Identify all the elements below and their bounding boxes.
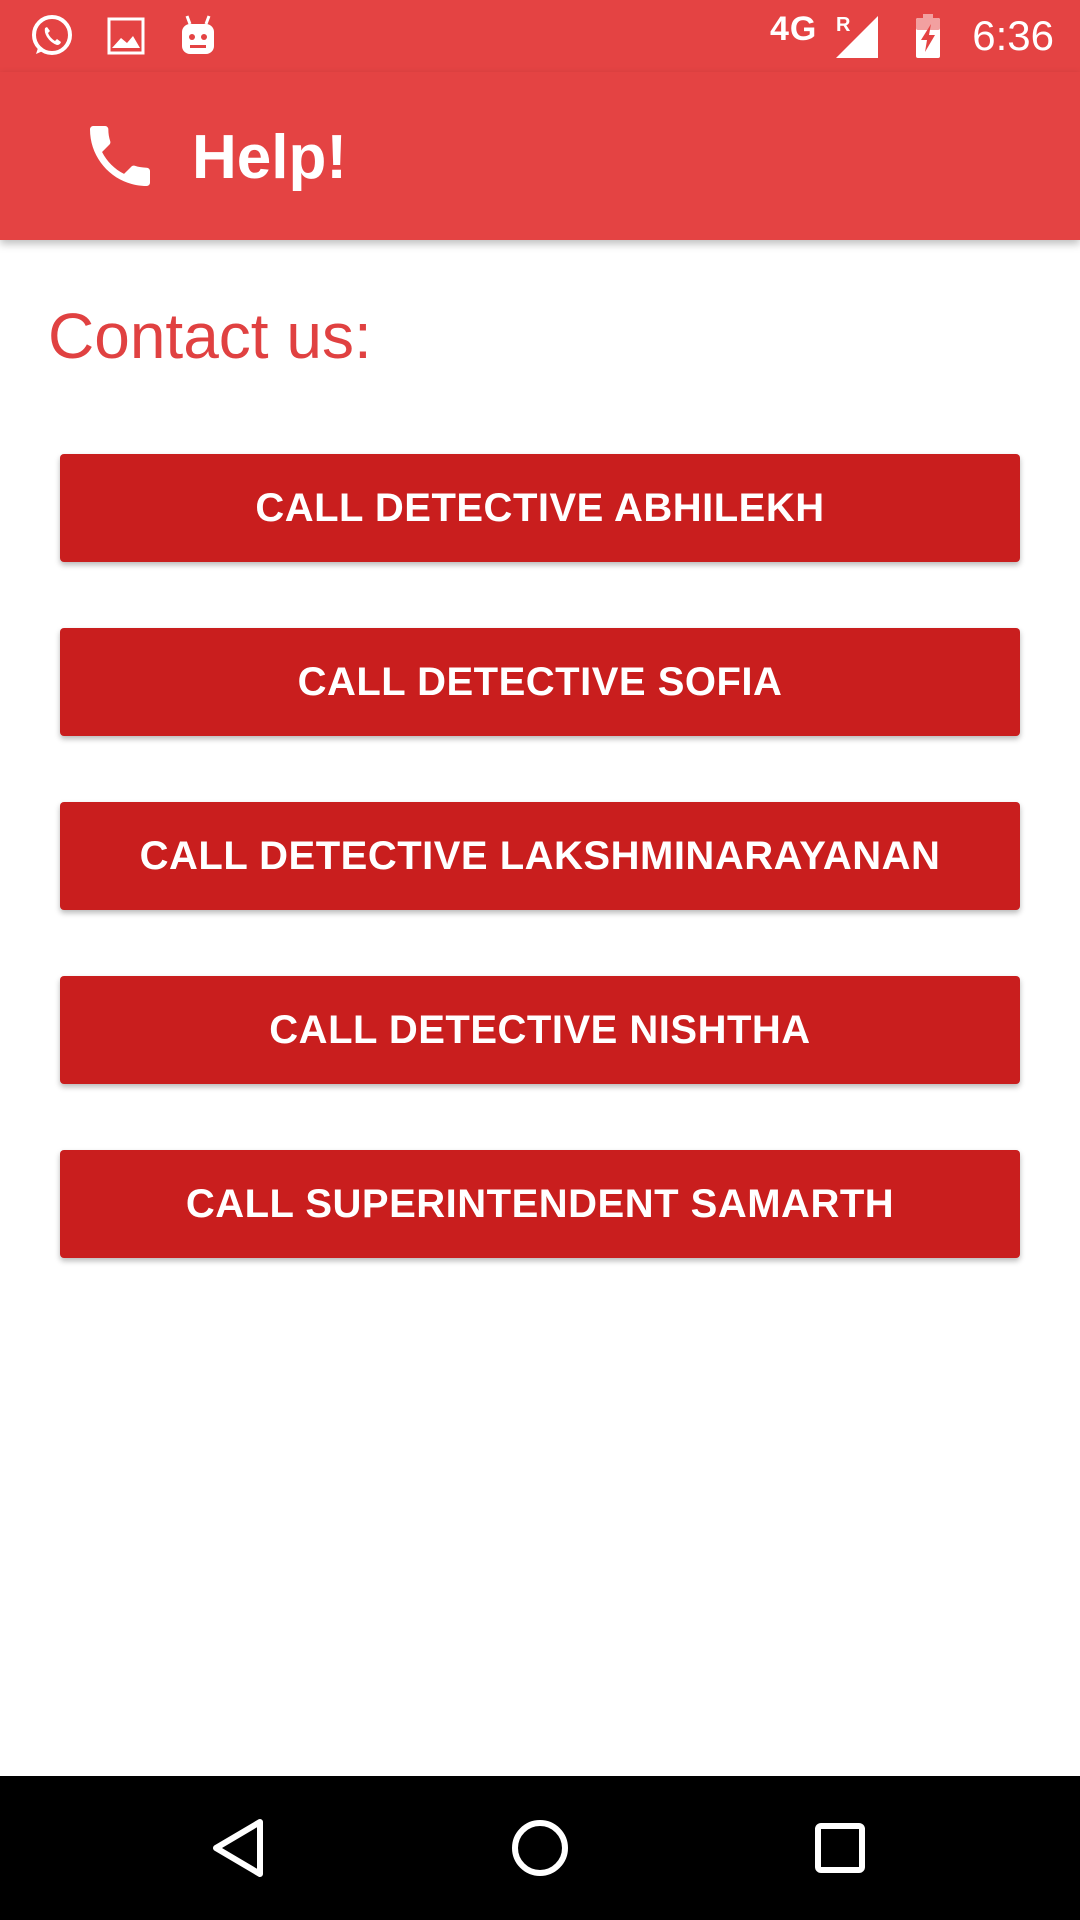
image-icon bbox=[102, 12, 150, 60]
contact-heading: Contact us: bbox=[48, 300, 372, 372]
app-bar bbox=[0, 72, 1080, 240]
whatsapp-icon bbox=[28, 12, 76, 60]
call-lakshminarayanan-button[interactable]: CALL DETECTIVE LAKSHMINARAYANAN bbox=[60, 802, 1020, 910]
call-abhilekh-button[interactable]: CALL DETECTIVE ABHILEKH bbox=[60, 454, 1020, 562]
battery-charging-icon bbox=[904, 12, 952, 60]
call-nishtha-button[interactable]: CALL DETECTIVE NISHTHA bbox=[60, 976, 1020, 1084]
network-type-label: 4G bbox=[770, 10, 818, 48]
status-bar: 4G R 6:36 bbox=[0, 0, 1080, 72]
android-icon bbox=[174, 12, 222, 60]
status-time: 6:36 bbox=[972, 12, 1054, 59]
back-icon[interactable] bbox=[198, 1806, 282, 1890]
navigation-bar bbox=[0, 1776, 1080, 1920]
recents-icon[interactable] bbox=[798, 1806, 882, 1890]
app-title: Help! bbox=[192, 123, 347, 192]
signal-icon bbox=[832, 12, 880, 60]
call-sofia-button[interactable]: CALL DETECTIVE SOFIA bbox=[60, 628, 1020, 736]
call-samarth-button[interactable]: CALL SUPERINTENDENT SAMARTH bbox=[60, 1150, 1020, 1258]
phone-icon bbox=[80, 116, 160, 196]
home-icon[interactable] bbox=[498, 1806, 582, 1890]
